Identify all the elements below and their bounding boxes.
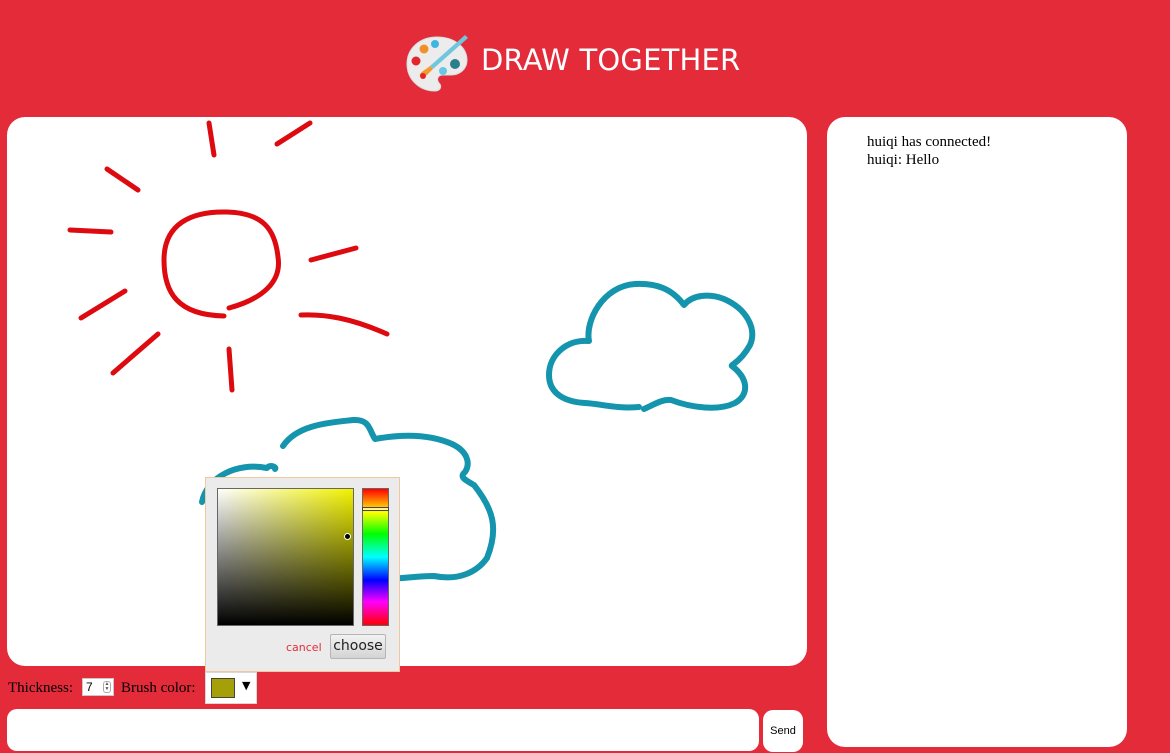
palette-icon	[406, 35, 468, 92]
brush-color-label: Brush color:	[121, 680, 196, 696]
chat-panel: huiqi has connected! huiqi: Hello	[827, 117, 1127, 747]
cancel-button[interactable]: cancel	[286, 641, 322, 654]
chat-message: huiqi has connected!	[867, 134, 992, 150]
chat-message: huiqi: Hello	[867, 152, 940, 168]
color-cursor[interactable]	[344, 533, 351, 540]
hue-slider[interactable]	[362, 488, 389, 626]
dropdown-arrow-icon: ▼	[242, 679, 251, 692]
stepper-arrows-icon[interactable]: ▲ ▼	[103, 681, 111, 693]
brush-color-button[interactable]: ▼	[205, 672, 257, 704]
thickness-stepper[interactable]: 7 ▲ ▼	[82, 678, 114, 696]
drawing-strokes	[67, 120, 756, 582]
brush-color-swatch	[211, 678, 235, 698]
saturation-value-area[interactable]	[217, 488, 354, 626]
color-picker-popup: cancel choose	[205, 477, 400, 672]
hue-slider-handle[interactable]	[362, 507, 389, 511]
app-title: DRAW TOGETHER	[481, 43, 741, 77]
drawing-canvas[interactable]	[7, 117, 807, 666]
message-input[interactable]	[7, 709, 759, 751]
sun-drawing	[67, 120, 390, 393]
chat-message-list: huiqi has connected! huiqi: Hello	[867, 133, 991, 169]
choose-button[interactable]: choose	[330, 634, 386, 659]
thickness-value: 7	[86, 680, 93, 694]
header: DRAW TOGETHER	[0, 0, 1170, 118]
thickness-label: Thickness:	[8, 680, 73, 696]
send-button[interactable]: Send	[763, 710, 803, 752]
